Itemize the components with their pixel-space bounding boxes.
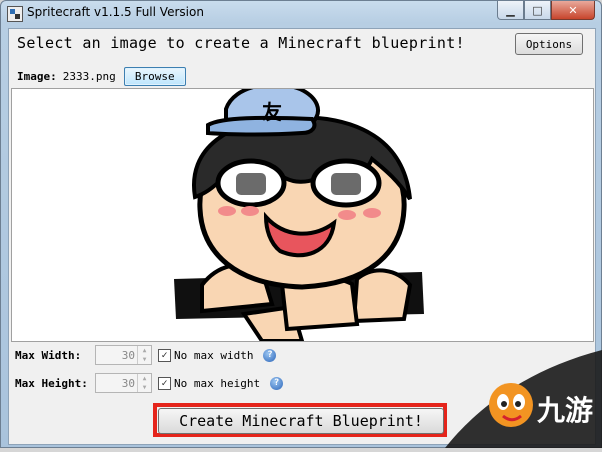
max-width-row: Max Width: 30 ▲ ▼ ✓ No max width ? xyxy=(15,345,277,365)
minimize-button[interactable]: ▁ xyxy=(497,1,524,20)
maximize-button[interactable]: □ xyxy=(524,1,551,20)
max-height-row: Max Height: 30 ▲ ▼ ✓ No max height ? xyxy=(15,373,284,393)
help-icon[interactable]: ? xyxy=(270,376,284,390)
max-width-arrows[interactable]: ▲ ▼ xyxy=(137,346,151,364)
no-max-height-label[interactable]: No max height xyxy=(174,377,260,390)
image-label: Image: xyxy=(17,69,57,83)
watermark: 九游 xyxy=(445,350,602,448)
svg-text:友: 友 xyxy=(262,100,282,124)
instruction-text: Select an image to create a Minecraft bl… xyxy=(17,34,465,52)
window-title: Spritecraft v1.1.5 Full Version xyxy=(27,5,204,19)
close-button[interactable]: ✕ xyxy=(551,1,595,20)
max-height-spinner[interactable]: 30 ▲ ▼ xyxy=(95,373,152,393)
help-icon[interactable]: ? xyxy=(263,348,277,362)
no-max-width-label[interactable]: No max width xyxy=(174,349,253,362)
title-bar[interactable]: Spritecraft v1.1.5 Full Version ▁ □ ✕ xyxy=(1,1,601,25)
no-max-height-checkbox[interactable]: ✓ xyxy=(158,376,171,390)
character-illustration: 友 xyxy=(174,89,424,341)
image-row: Image: 2333.png Browse xyxy=(17,66,186,86)
max-width-spinner[interactable]: 30 ▲ ▼ xyxy=(95,345,152,365)
browse-button[interactable]: Browse xyxy=(123,66,186,86)
max-width-label: Max Width: xyxy=(15,348,82,362)
watermark-logo: 九游 xyxy=(445,350,602,448)
max-height-label: Max Height: xyxy=(15,376,88,390)
max-height-value: 30 xyxy=(121,376,135,390)
max-height-arrows[interactable]: ▲ ▼ xyxy=(137,374,151,392)
image-filename: 2333.png xyxy=(62,69,116,83)
max-width-value: 30 xyxy=(121,348,135,362)
image-preview: 友 xyxy=(11,88,594,342)
options-button[interactable]: Options xyxy=(515,33,583,55)
create-blueprint-button[interactable]: Create Minecraft Blueprint! xyxy=(158,408,444,434)
no-max-width-checkbox[interactable]: ✓ xyxy=(158,348,171,362)
caption-buttons: ▁ □ ✕ xyxy=(497,1,595,21)
watermark-text: 九游 xyxy=(537,394,593,427)
app-icon xyxy=(7,6,23,22)
